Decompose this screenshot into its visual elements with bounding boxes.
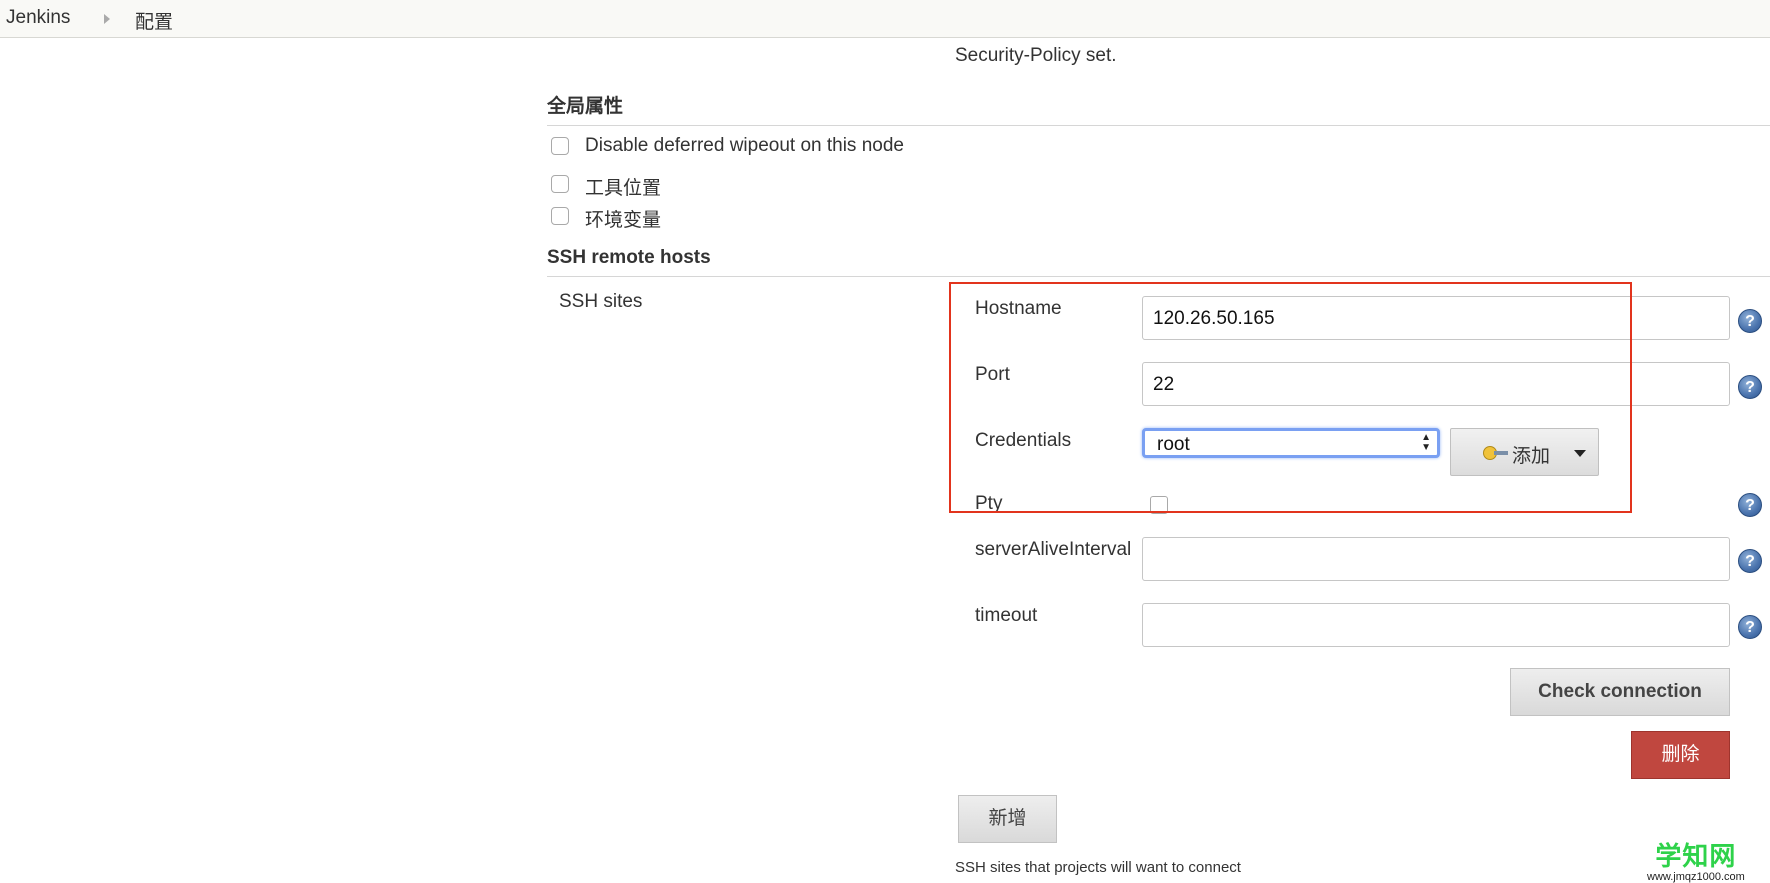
server-alive-interval-label: serverAliveInterval (975, 539, 1132, 560)
timeout-label: timeout (975, 605, 1038, 626)
delete-button[interactable]: 删除 (1631, 731, 1730, 779)
option-label: Disable deferred wipeout on this node (585, 135, 904, 156)
breadcrumb-separator-icon (104, 14, 110, 24)
security-policy-text: Security-Policy set. (955, 45, 1117, 66)
add-new-button[interactable]: 新增 (958, 795, 1057, 843)
watermark-main: 学知网 (1655, 841, 1737, 871)
jenkins-config-page: Jenkins 配置 Security-Policy set. 全局属性 Dis… (0, 0, 1770, 883)
breadcrumb-current[interactable]: 配置 (135, 7, 173, 34)
timeout-help-icon[interactable]: ? (1738, 615, 1762, 639)
watermark-logo: 学知网 www.jmqz1000.com (1647, 836, 1745, 883)
watermark-sub: www.jmqz1000.com (1647, 871, 1745, 883)
disable-deferred-wipeout-checkbox[interactable] (551, 137, 569, 155)
timeout-input[interactable] (1142, 603, 1730, 647)
ssh-remote-hosts-header: SSH remote hosts (547, 247, 1770, 277)
ssh-sites-label: SSH sites (559, 291, 643, 312)
breadcrumb: Jenkins 配置 (0, 0, 1770, 38)
breadcrumb-jenkins-link[interactable]: Jenkins (6, 7, 70, 29)
check-connection-button[interactable]: Check connection (1510, 668, 1730, 716)
port-help-icon[interactable]: ? (1738, 375, 1762, 399)
option-label: 工具位置 (585, 178, 662, 199)
environment-variables-checkbox[interactable] (551, 207, 569, 225)
server-alive-interval-help-icon[interactable]: ? (1738, 549, 1762, 573)
pty-help-icon[interactable]: ? (1738, 493, 1762, 517)
tool-locations-checkbox[interactable] (551, 175, 569, 193)
server-alive-interval-input[interactable] (1142, 537, 1730, 581)
option-label: 环境变量 (585, 210, 662, 231)
highlight-annotation-box (949, 282, 1632, 513)
hostname-help-icon[interactable]: ? (1738, 309, 1762, 333)
global-properties-header: 全局属性 (547, 91, 1770, 126)
ssh-sites-help-text: SSH sites that projects will want to con… (955, 859, 1241, 876)
